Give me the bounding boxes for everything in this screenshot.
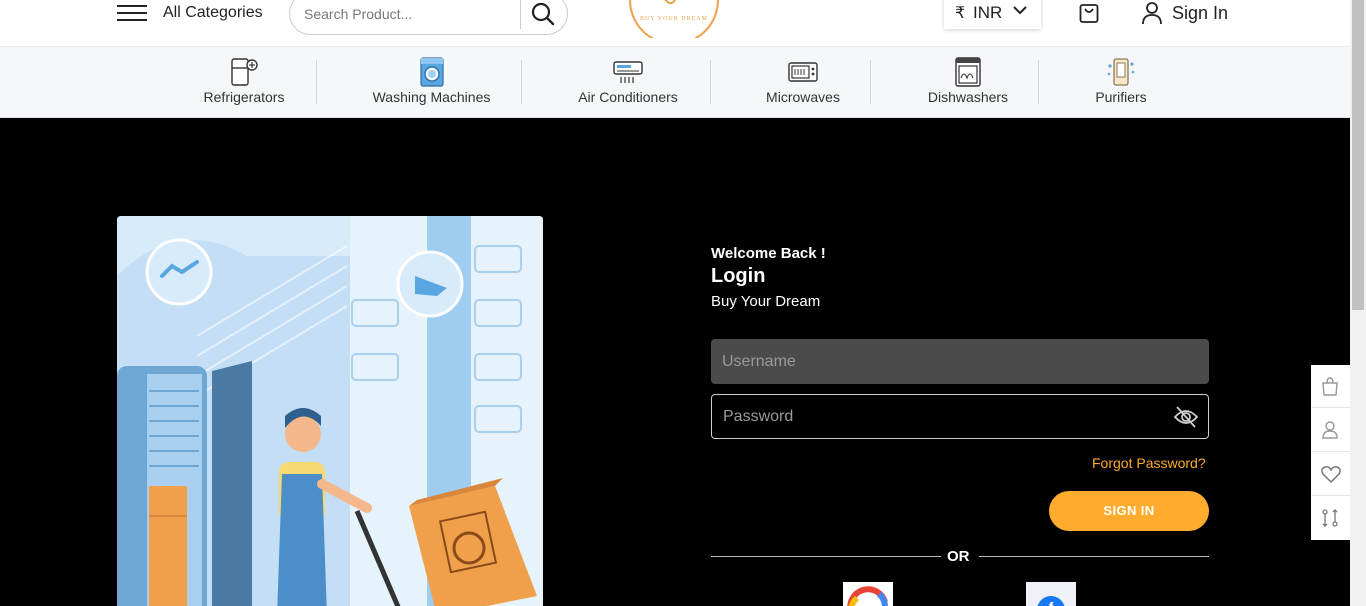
currency-selector[interactable]: ₹ INR xyxy=(944,0,1041,29)
purifier-icon xyxy=(1107,58,1135,86)
user-icon xyxy=(1322,421,1338,439)
user-icon xyxy=(1142,2,1162,25)
password-field xyxy=(711,394,1209,439)
chevron-down-icon xyxy=(1013,6,1027,15)
category-label: Purifiers xyxy=(1095,89,1147,105)
cart-icon[interactable] xyxy=(1077,0,1101,24)
search-icon[interactable] xyxy=(530,1,556,27)
sign-in-label: Sign In xyxy=(1172,3,1229,23)
eye-slash-icon[interactable] xyxy=(1173,405,1199,429)
or-label: OR xyxy=(947,548,970,565)
login-title: Login xyxy=(711,265,766,287)
air-conditioner-icon xyxy=(613,61,643,83)
quick-wishlist-button[interactable] xyxy=(1311,453,1350,496)
currency-symbol: ₹ xyxy=(955,5,966,22)
quick-compare-button[interactable] xyxy=(1311,497,1350,540)
category-label: Washing Machines xyxy=(372,89,491,105)
heart-icon xyxy=(1321,466,1341,484)
or-divider-left xyxy=(711,556,941,557)
category-label: Refrigerators xyxy=(203,89,285,105)
username-input[interactable] xyxy=(711,339,1209,384)
category-separator xyxy=(870,60,871,104)
refrigerator-icon xyxy=(231,58,258,86)
google-login-button[interactable] xyxy=(843,582,893,606)
forgot-password-link[interactable]: Forgot Password? xyxy=(1092,455,1206,471)
category-label: Dishwashers xyxy=(927,89,1009,105)
top-header: All Categories BUY YOUR DREAM ₹ INR xyxy=(0,0,1350,47)
quick-account-button[interactable] xyxy=(1311,409,1350,452)
category-microwaves[interactable]: Microwaves xyxy=(753,47,853,118)
category-label: Air Conditioners xyxy=(578,89,678,105)
category-purifiers[interactable]: Purifiers xyxy=(1081,47,1161,118)
quick-actions-panel xyxy=(1311,365,1350,540)
username-field xyxy=(711,339,1209,384)
delivery-person-illustration xyxy=(117,216,543,606)
sign-in-button[interactable]: SIGN IN xyxy=(1049,491,1209,531)
page: All Categories BUY YOUR DREAM ₹ INR xyxy=(0,0,1366,606)
search-box xyxy=(289,0,568,35)
currency-code: INR xyxy=(973,3,1003,22)
svg-text:f: f xyxy=(1049,599,1054,606)
category-refrigerators[interactable]: Refrigerators xyxy=(194,47,294,118)
category-dishwashers[interactable]: Dishwashers xyxy=(918,47,1018,118)
category-separator xyxy=(1038,60,1039,104)
quick-cart-button[interactable] xyxy=(1311,365,1350,408)
category-separator xyxy=(521,60,522,104)
password-input[interactable] xyxy=(712,395,1208,438)
facebook-login-button[interactable]: f xyxy=(1026,582,1076,606)
logo-text: BUY YOUR DREAM xyxy=(640,16,708,22)
category-air-conditioners[interactable]: Air Conditioners xyxy=(568,47,688,118)
scrollbar-thumb[interactable] xyxy=(1352,0,1364,310)
delivery-illustration xyxy=(117,216,543,606)
search-input[interactable] xyxy=(304,3,514,25)
category-separator xyxy=(710,60,711,104)
dishwasher-icon xyxy=(955,57,981,87)
welcome-text: Welcome Back ! xyxy=(711,245,826,262)
or-divider-right xyxy=(979,556,1209,557)
menu-icon[interactable] xyxy=(117,5,147,21)
google-icon xyxy=(847,586,888,606)
facebook-icon: f xyxy=(1026,582,1076,606)
all-categories-link[interactable]: All Categories xyxy=(163,4,263,22)
washing-machine-icon xyxy=(420,57,444,87)
bag-icon xyxy=(1322,377,1338,396)
category-bar: Refrigerators Washing Machines Air Condi… xyxy=(0,47,1350,118)
category-separator xyxy=(316,60,317,104)
category-washing-machines[interactable]: Washing Machines xyxy=(366,47,497,118)
search-divider xyxy=(520,0,521,29)
category-label: Microwaves xyxy=(766,89,840,105)
compare-icon xyxy=(1322,509,1338,527)
microwave-icon xyxy=(788,62,818,82)
tagline: Buy Your Dream xyxy=(711,293,821,310)
brand-logo[interactable]: BUY YOUR DREAM xyxy=(626,0,722,38)
